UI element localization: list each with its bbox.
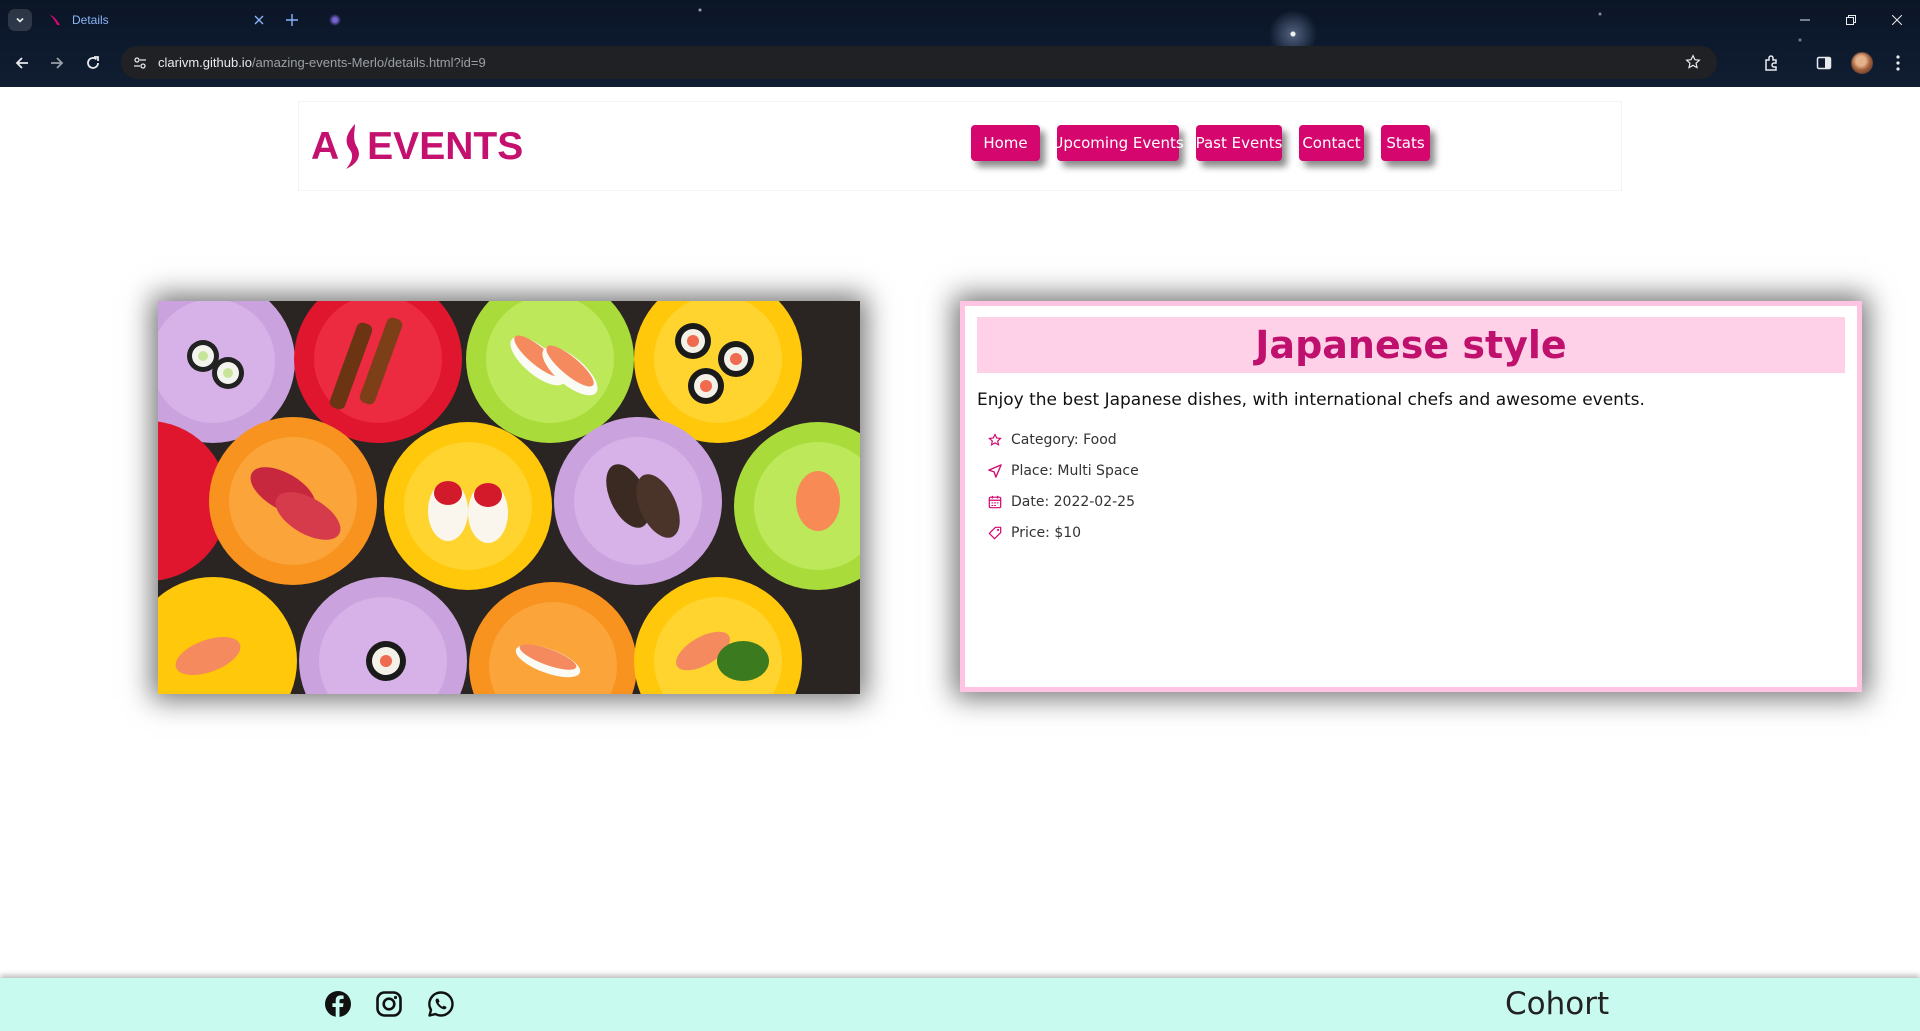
star-icon[interactable] [1681, 50, 1705, 74]
minimize-icon[interactable] [1782, 6, 1828, 34]
sushi-plates-image [158, 301, 860, 694]
star-icon [987, 432, 1003, 448]
logo-text: EVENTS [367, 125, 524, 168]
nav-stats[interactable]: Stats [1381, 125, 1430, 161]
detail-date-text: Date: 2022-02-25 [1011, 493, 1135, 510]
logo[interactable]: A EVENTS [311, 122, 523, 172]
calendar-icon [987, 494, 1003, 510]
page-content: A EVENTS Home Upcoming Events Past Event… [0, 87, 1920, 1031]
tab-strip: Details [0, 0, 1920, 40]
detail-place: Place: Multi Space [987, 455, 1139, 486]
detail-price-text: Price: $10 [1011, 524, 1082, 541]
send-arrow-icon [987, 463, 1003, 479]
browser-chrome: Details clarivm.github.io/amazing-events… [0, 0, 1920, 87]
event-details-card: Japanese style Enjoy the best Japanese d… [960, 301, 1862, 692]
event-description: Enjoy the best Japanese dishes, with int… [977, 390, 1645, 410]
profile-avatar[interactable] [1848, 49, 1876, 77]
site-info-icon[interactable] [128, 51, 152, 75]
side-panel-icon[interactable] [1810, 49, 1838, 77]
forward-arrow-icon[interactable] [43, 49, 71, 77]
event-detail-list: Category: Food Place: Multi Space Date: … [987, 424, 1139, 548]
close-icon[interactable] [248, 9, 270, 31]
tab-search-icon[interactable] [8, 9, 32, 31]
event-title: Japanese style [977, 317, 1845, 373]
detail-price: Price: $10 [987, 517, 1139, 548]
detail-category: Category: Food [987, 424, 1139, 455]
extensions-icon[interactable] [1758, 49, 1786, 77]
facebook-icon[interactable] [322, 988, 354, 1020]
nav-upcoming-events[interactable]: Upcoming Events [1052, 125, 1184, 161]
whatsapp-icon[interactable] [425, 988, 457, 1020]
cohort-label: Cohort [1505, 986, 1610, 1022]
plus-icon[interactable] [280, 9, 304, 31]
address-bar[interactable]: clarivm.github.io/amazing-events-Merlo/d… [121, 46, 1717, 79]
restore-icon[interactable] [1828, 6, 1874, 34]
flame-logo-icon [346, 124, 360, 169]
instagram-icon[interactable] [373, 988, 405, 1020]
site-footer: Cohort [0, 978, 1920, 1031]
site-header: A EVENTS Home Upcoming Events Past Event… [298, 101, 1622, 191]
tab-title: Details [72, 13, 109, 27]
browser-tab[interactable]: Details [38, 6, 270, 34]
back-arrow-icon[interactable] [8, 49, 36, 77]
logo-letter: A [311, 125, 340, 168]
kebab-menu-icon[interactable] [1884, 49, 1912, 77]
detail-date: Date: 2022-02-25 [987, 486, 1139, 517]
favicon-icon [50, 15, 60, 25]
close-window-icon[interactable] [1874, 6, 1920, 34]
url-text: clarivm.github.io/amazing-events-Merlo/d… [158, 55, 486, 70]
reload-icon[interactable] [79, 49, 107, 77]
nav-past-events[interactable]: Past Events [1196, 125, 1282, 161]
nav-home[interactable]: Home [971, 125, 1040, 161]
event-image [158, 301, 860, 694]
browser-toolbar: clarivm.github.io/amazing-events-Merlo/d… [0, 46, 1920, 80]
detail-category-text: Category: Food [1011, 431, 1117, 448]
detail-place-text: Place: Multi Space [1011, 462, 1139, 479]
tag-icon [987, 525, 1003, 541]
nav-contact[interactable]: Contact [1299, 125, 1364, 161]
